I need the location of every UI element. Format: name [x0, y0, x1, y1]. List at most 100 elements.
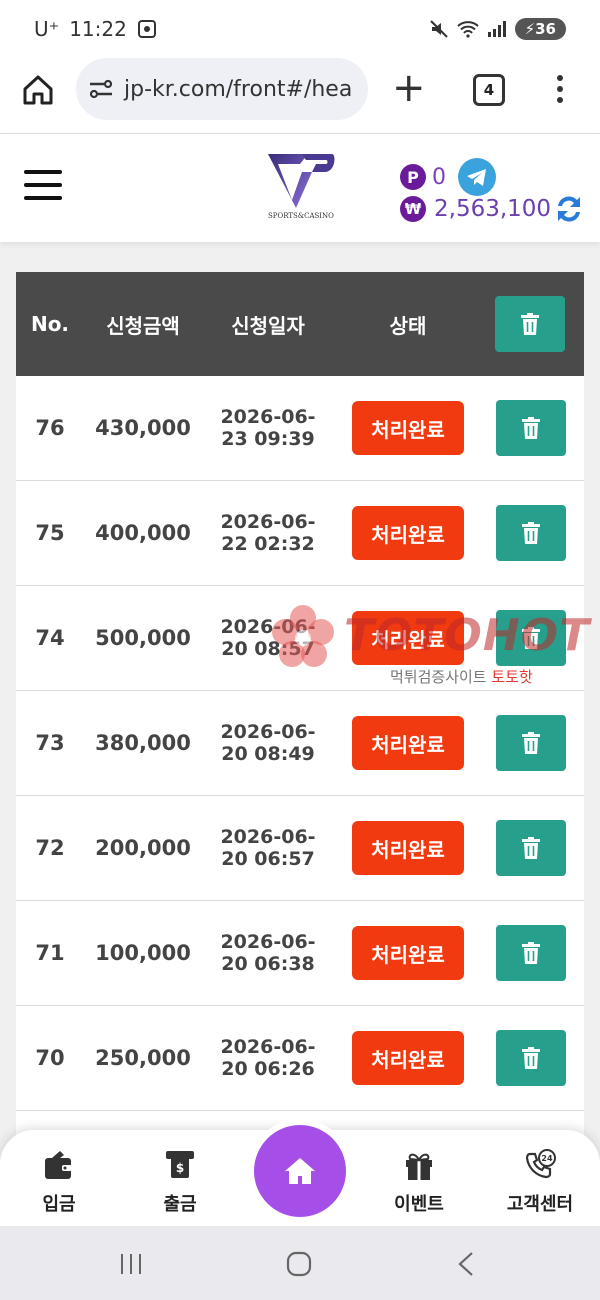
browser-toolbar: jp-kr.com/front#/hea + 4 — [0, 58, 600, 134]
home-nav-icon[interactable] — [286, 1251, 312, 1277]
row-date-line2: 23 09:39 — [221, 428, 315, 450]
site-logo[interactable]: SPORTS&CASINO — [266, 152, 336, 224]
trash-icon — [522, 1047, 540, 1069]
delete-row-button[interactable] — [496, 400, 566, 456]
row-no: 71 — [35, 941, 65, 965]
back-icon[interactable] — [456, 1251, 476, 1277]
balance-display: ₩ 2,563,100 — [400, 196, 551, 222]
status-badge: 처리완료 — [352, 821, 464, 875]
nav-event-label: 이벤트 — [394, 1194, 444, 1215]
site-header: SPORTS&CASINO P 0 ₩ 2,563,100 — [0, 134, 600, 242]
nav-support[interactable]: 24 고객센터 — [495, 1148, 585, 1216]
points-badge: P — [400, 164, 426, 190]
table-row: 76 430,000 2026-06- 23 09:39 처리완료 — [16, 376, 584, 481]
status-bar: U⁺ 11:22 ⚡36 — [0, 0, 600, 58]
row-date: 2026-06- 20 08:57 — [212, 616, 324, 660]
tab-count: 4 — [483, 81, 495, 99]
row-date-line1: 2026-06- — [220, 511, 316, 533]
row-date: 2026-06- 20 06:26 — [212, 1036, 324, 1080]
nav-withdraw-label: 출금 — [163, 1194, 197, 1215]
row-amount: 200,000 — [95, 836, 191, 860]
row-amount: 500,000 — [95, 626, 191, 650]
status-badge: 처리완료 — [352, 716, 464, 770]
delete-row-button[interactable] — [496, 820, 566, 876]
table-row: 74 500,000 2026-06- 20 08:57 처리완료 — [16, 586, 584, 691]
row-date-line1: 2026-06- — [220, 721, 316, 743]
row-amount: 400,000 — [95, 521, 191, 545]
trash-icon — [522, 627, 540, 649]
nav-event[interactable]: 이벤트 — [374, 1148, 464, 1216]
row-date-line2: 20 06:26 — [221, 1058, 315, 1080]
battery-level: 36 — [535, 20, 556, 38]
row-date: 2026-06- 20 08:49 — [212, 721, 324, 765]
system-nav-bar — [0, 1226, 600, 1300]
table-row: 75 400,000 2026-06- 22 02:32 처리완료 — [16, 481, 584, 586]
plus-icon[interactable]: + — [392, 68, 426, 108]
row-no: 70 — [35, 1046, 65, 1070]
hamburger-icon[interactable] — [24, 170, 62, 202]
refresh-icon[interactable] — [554, 192, 584, 226]
signal-icon — [487, 21, 506, 37]
table-row: 71 100,000 2026-06- 20 06:38 처리완료 — [16, 901, 584, 1006]
points-display: P 0 — [400, 158, 496, 196]
nav-deposit[interactable]: 입금 — [14, 1148, 104, 1216]
row-date-line1: 2026-06- — [220, 931, 316, 953]
row-amount: 430,000 — [95, 416, 191, 440]
support-badge: 24 — [541, 1154, 553, 1163]
delete-row-button[interactable] — [496, 925, 566, 981]
home-icon — [285, 1158, 315, 1184]
svg-text:$: $ — [176, 1161, 184, 1175]
table-header: No. 신청금액 신청일자 상태 — [16, 272, 584, 376]
delete-row-button[interactable] — [496, 1030, 566, 1086]
recent-apps-icon[interactable] — [118, 1252, 144, 1276]
status-badge: 처리완료 — [352, 401, 464, 455]
battery-indicator: ⚡36 — [514, 18, 566, 40]
tabs-icon[interactable]: 4 — [473, 74, 505, 106]
wifi-icon — [456, 21, 479, 38]
table-row: 72 200,000 2026-06- 20 06:57 처리완료 — [16, 796, 584, 901]
row-date-line2: 22 02:32 — [221, 533, 315, 555]
home-icon[interactable] — [20, 72, 56, 108]
nav-home-button[interactable] — [254, 1125, 346, 1217]
screenshot-icon — [137, 20, 156, 38]
wallet-icon — [45, 1151, 72, 1179]
withdrawal-history-table: No. 신청금액 신청일자 상태 76 430,000 2026-06- 23 0… — [16, 272, 584, 1140]
delete-row-button[interactable] — [496, 505, 566, 561]
delete-row-button[interactable] — [496, 715, 566, 771]
row-date: 2026-06- 22 02:32 — [212, 511, 324, 555]
table-row: 73 380,000 2026-06- 20 08:49 처리완료 — [16, 691, 584, 796]
row-date-line2: 20 06:38 — [221, 953, 315, 975]
column-header-amount: 신청금액 — [106, 313, 180, 338]
trash-icon — [522, 417, 540, 439]
telegram-icon[interactable] — [458, 158, 496, 196]
delete-row-button[interactable] — [496, 610, 566, 666]
row-date-line1: 2026-06- — [220, 826, 316, 848]
row-no: 72 — [35, 836, 65, 860]
status-badge: 처리완료 — [352, 611, 464, 665]
url-text: jp-kr.com/front#/hea — [124, 76, 353, 102]
row-date-line2: 20 08:57 — [221, 638, 315, 660]
row-date: 2026-06- 23 09:39 — [212, 406, 324, 450]
url-bar[interactable]: jp-kr.com/front#/hea — [76, 58, 368, 120]
status-badge: 처리완료 — [352, 506, 464, 560]
kebab-menu-icon[interactable] — [555, 72, 565, 106]
carrier-label: U⁺ — [34, 17, 60, 41]
nav-deposit-label: 입금 — [42, 1194, 76, 1215]
row-date-line1: 2026-06- — [220, 406, 316, 428]
row-no: 76 — [35, 416, 65, 440]
trash-icon — [522, 837, 540, 859]
logo-caption: SPORTS&CASINO — [268, 212, 334, 220]
row-date-line1: 2026-06- — [220, 616, 316, 638]
delete-all-button[interactable] — [495, 296, 565, 352]
balance-value: 2,563,100 — [434, 196, 552, 222]
trash-icon — [522, 732, 540, 754]
nav-support-label: 고객센터 — [506, 1194, 574, 1215]
trash-icon — [522, 522, 540, 544]
clock: 11:22 — [69, 17, 127, 41]
row-no: 74 — [35, 626, 65, 650]
site-settings-icon[interactable] — [88, 78, 114, 100]
nav-withdraw[interactable]: $ 출금 — [135, 1148, 225, 1216]
column-header-status: 상태 — [389, 313, 427, 338]
column-header-date: 신청일자 — [231, 313, 305, 338]
row-amount: 380,000 — [95, 731, 191, 755]
